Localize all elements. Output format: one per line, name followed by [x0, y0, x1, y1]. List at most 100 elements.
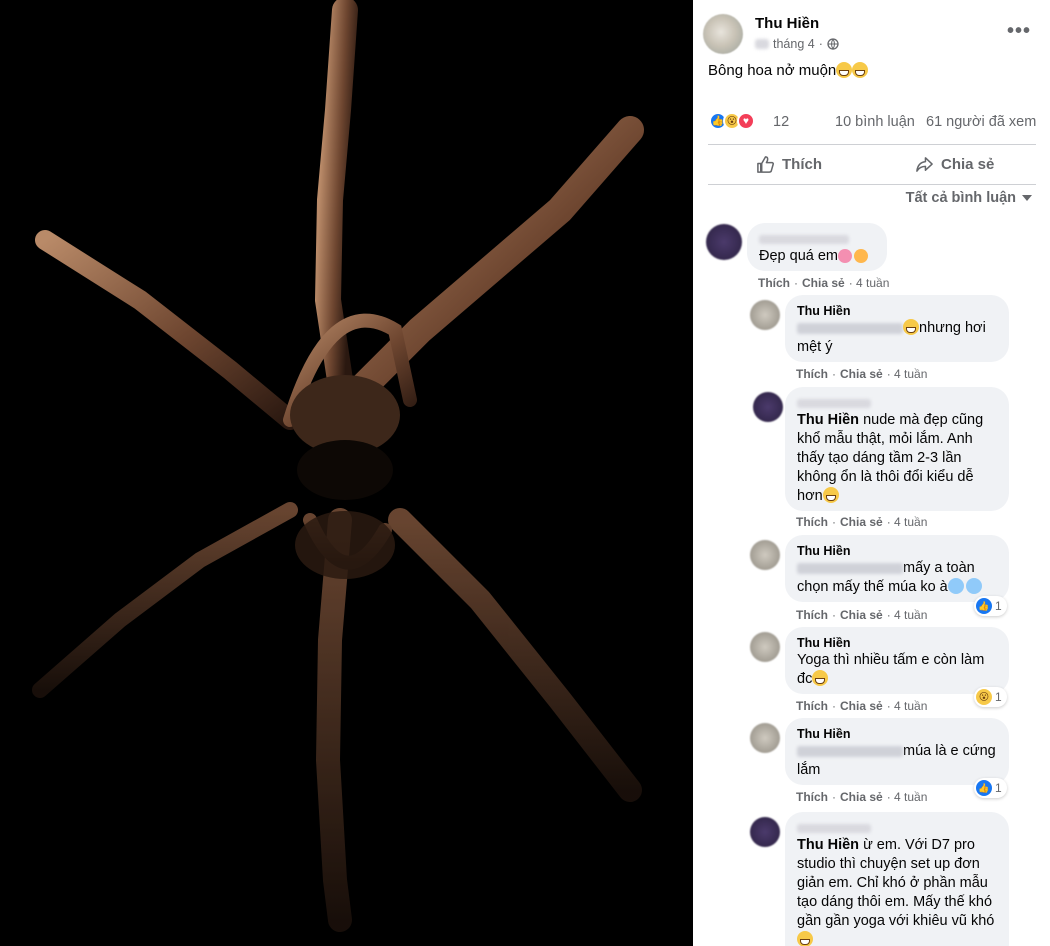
- post-detail-panel: Thu Hiền tháng 4 · ••• Bông hoa nở muộn …: [693, 0, 1050, 946]
- reply-author-name-blurred[interactable]: [797, 820, 997, 836]
- post-header: Thu Hiền tháng 4 · •••: [703, 12, 1043, 56]
- wow-reaction-icon: 😮: [976, 689, 992, 705]
- comments-count[interactable]: 10 bình luận: [835, 114, 915, 130]
- filter-label: Tất cả bình luận: [905, 190, 1016, 206]
- reply-bubble: Thu Hiền Yoga thì nhiều tấm e còn làm đc: [785, 627, 1009, 694]
- reply-author-name[interactable]: Thu Hiền: [797, 303, 997, 319]
- party-emoji-icon: [854, 249, 868, 263]
- blurred-date: [755, 39, 769, 49]
- post-date[interactable]: tháng 4: [773, 37, 815, 51]
- commenter-name-blurred[interactable]: [759, 231, 875, 247]
- reply-time[interactable]: 4 tuần: [894, 790, 927, 804]
- reply-avatar[interactable]: [753, 392, 783, 422]
- comment-actions: Thích · Chia sẻ · 4 tuần: [758, 276, 890, 290]
- reply-actions: Thích · Chia sẻ · 4 tuần: [796, 790, 928, 804]
- comment-text: Đẹp quá em: [759, 248, 838, 264]
- grin-emoji-icon: [852, 62, 869, 78]
- divider: [708, 184, 1036, 185]
- reply-time[interactable]: 4 tuần: [894, 699, 927, 713]
- reaction-count: 1: [995, 690, 1002, 704]
- author-name[interactable]: Thu Hiền: [755, 15, 819, 32]
- reply-bubble: Thu Hiền nude mà đẹp cũng khổ mẫu thật, …: [785, 387, 1009, 511]
- reply-actions: Thích · Chia sẻ · 4 tuần: [796, 608, 928, 622]
- reply-bubble: Thu Hiền ừ em. Với D7 pro studio thì chu…: [785, 812, 1009, 946]
- love-reaction-icon: ♥: [737, 112, 755, 130]
- reply-reaction-pill[interactable]: 😮 1: [974, 687, 1007, 707]
- like-label: Thích: [782, 155, 822, 173]
- more-icon[interactable]: •••: [1007, 20, 1031, 43]
- like-reaction-icon: 👍: [976, 780, 992, 796]
- reply-avatar[interactable]: [750, 723, 780, 753]
- reply-avatar[interactable]: [750, 632, 780, 662]
- post-meta: tháng 4 ·: [755, 37, 839, 51]
- grin-emoji-icon: [797, 931, 813, 946]
- reply-like-link[interactable]: Thích: [796, 699, 828, 713]
- like-reaction-icon: 👍: [976, 598, 992, 614]
- grin-emoji-icon: [836, 62, 853, 78]
- reply-actions: Thích · Chia sẻ · 4 tuần: [796, 515, 928, 529]
- fearful-emoji-icon: [947, 578, 964, 594]
- reaction-icons[interactable]: 👍 😮 ♥: [709, 112, 755, 130]
- reaction-count: 1: [995, 599, 1002, 613]
- reply-author-name[interactable]: Thu Hiền: [797, 543, 997, 559]
- grin-emoji-icon: [812, 670, 829, 686]
- mention-blurred: [797, 562, 903, 574]
- reply-avatar[interactable]: [750, 300, 780, 330]
- share-label: Chia sẻ: [941, 155, 995, 173]
- reply-like-link[interactable]: Thích: [796, 515, 828, 529]
- reply-share-link[interactable]: Chia sẻ: [840, 790, 883, 804]
- author-avatar[interactable]: [703, 14, 743, 54]
- views-count[interactable]: 61 người đã xem: [926, 114, 1036, 130]
- reply-like-link[interactable]: Thích: [796, 367, 828, 381]
- reply-share-link[interactable]: Chia sẻ: [840, 699, 883, 713]
- reply-actions: Thích · Chia sẻ · 4 tuần: [796, 699, 928, 713]
- caption-text: Bông hoa nở muộn: [708, 62, 837, 79]
- post-caption: Bông hoa nở muộn: [708, 62, 869, 79]
- reaction-count: 1: [995, 781, 1002, 795]
- reply-author-name[interactable]: Thu Hiền: [797, 726, 997, 742]
- reply-bubble: Thu Hiền nhưng hơi mệt ý: [785, 295, 1009, 362]
- post-photo[interactable]: [0, 0, 693, 946]
- like-button[interactable]: Thích: [756, 152, 822, 176]
- globe-icon: [827, 38, 839, 50]
- mention-blurred: [797, 745, 903, 757]
- reply-like-link[interactable]: Thích: [796, 608, 828, 622]
- reply-time[interactable]: 4 tuần: [894, 515, 927, 529]
- grin-emoji-icon: [822, 487, 839, 503]
- reply-time[interactable]: 4 tuần: [894, 367, 927, 381]
- comment-filter-dropdown[interactable]: Tất cả bình luận: [906, 190, 1032, 206]
- fearful-emoji-icon: [965, 578, 982, 594]
- reply-share-link[interactable]: Chia sẻ: [840, 608, 883, 622]
- like-icon: [757, 155, 774, 173]
- reaction-summary: 👍 😮 ♥ 12 10 bình luận 61 người đã xem: [709, 112, 1041, 134]
- reaction-count[interactable]: 12: [773, 114, 789, 130]
- comment-time[interactable]: 4 tuần: [856, 276, 889, 290]
- reply-share-link[interactable]: Chia sẻ: [840, 515, 883, 529]
- comment-like-link[interactable]: Thích: [758, 276, 790, 290]
- mention-link[interactable]: Thu Hiền: [797, 837, 859, 853]
- reply-reaction-pill[interactable]: 👍 1: [974, 596, 1007, 616]
- grin-emoji-icon: [903, 319, 919, 335]
- share-icon: [916, 156, 933, 172]
- mention-blurred: [797, 322, 903, 334]
- bouquet-emoji-icon: [838, 249, 852, 263]
- reply-author-name-blurred[interactable]: [797, 395, 997, 411]
- photo-image: [0, 0, 693, 946]
- reply-bubble: Thu Hiền mấy a toàn chọn mấy thế múa ko …: [785, 535, 1009, 602]
- reply-share-link[interactable]: Chia sẻ: [840, 367, 883, 381]
- reply-bubble: Thu Hiền múa là e cứng lắm: [785, 718, 1009, 785]
- comment-share-link[interactable]: Chia sẻ: [802, 276, 845, 290]
- reply-like-link[interactable]: Thích: [796, 790, 828, 804]
- chevron-down-icon: [1022, 194, 1032, 201]
- reply-avatar[interactable]: [750, 540, 780, 570]
- comment-bubble: Đẹp quá em: [747, 223, 887, 271]
- reply-avatar[interactable]: [750, 817, 780, 847]
- reply-author-name[interactable]: Thu Hiền: [797, 635, 997, 651]
- commenter-avatar[interactable]: [706, 224, 742, 260]
- reply-actions: Thích · Chia sẻ · 4 tuần: [796, 367, 928, 381]
- reply-time[interactable]: 4 tuần: [894, 608, 927, 622]
- divider: [708, 144, 1036, 145]
- reply-reaction-pill[interactable]: 👍 1: [974, 778, 1007, 798]
- mention-link[interactable]: Thu Hiền: [797, 412, 859, 428]
- share-button[interactable]: Chia sẻ: [915, 152, 994, 176]
